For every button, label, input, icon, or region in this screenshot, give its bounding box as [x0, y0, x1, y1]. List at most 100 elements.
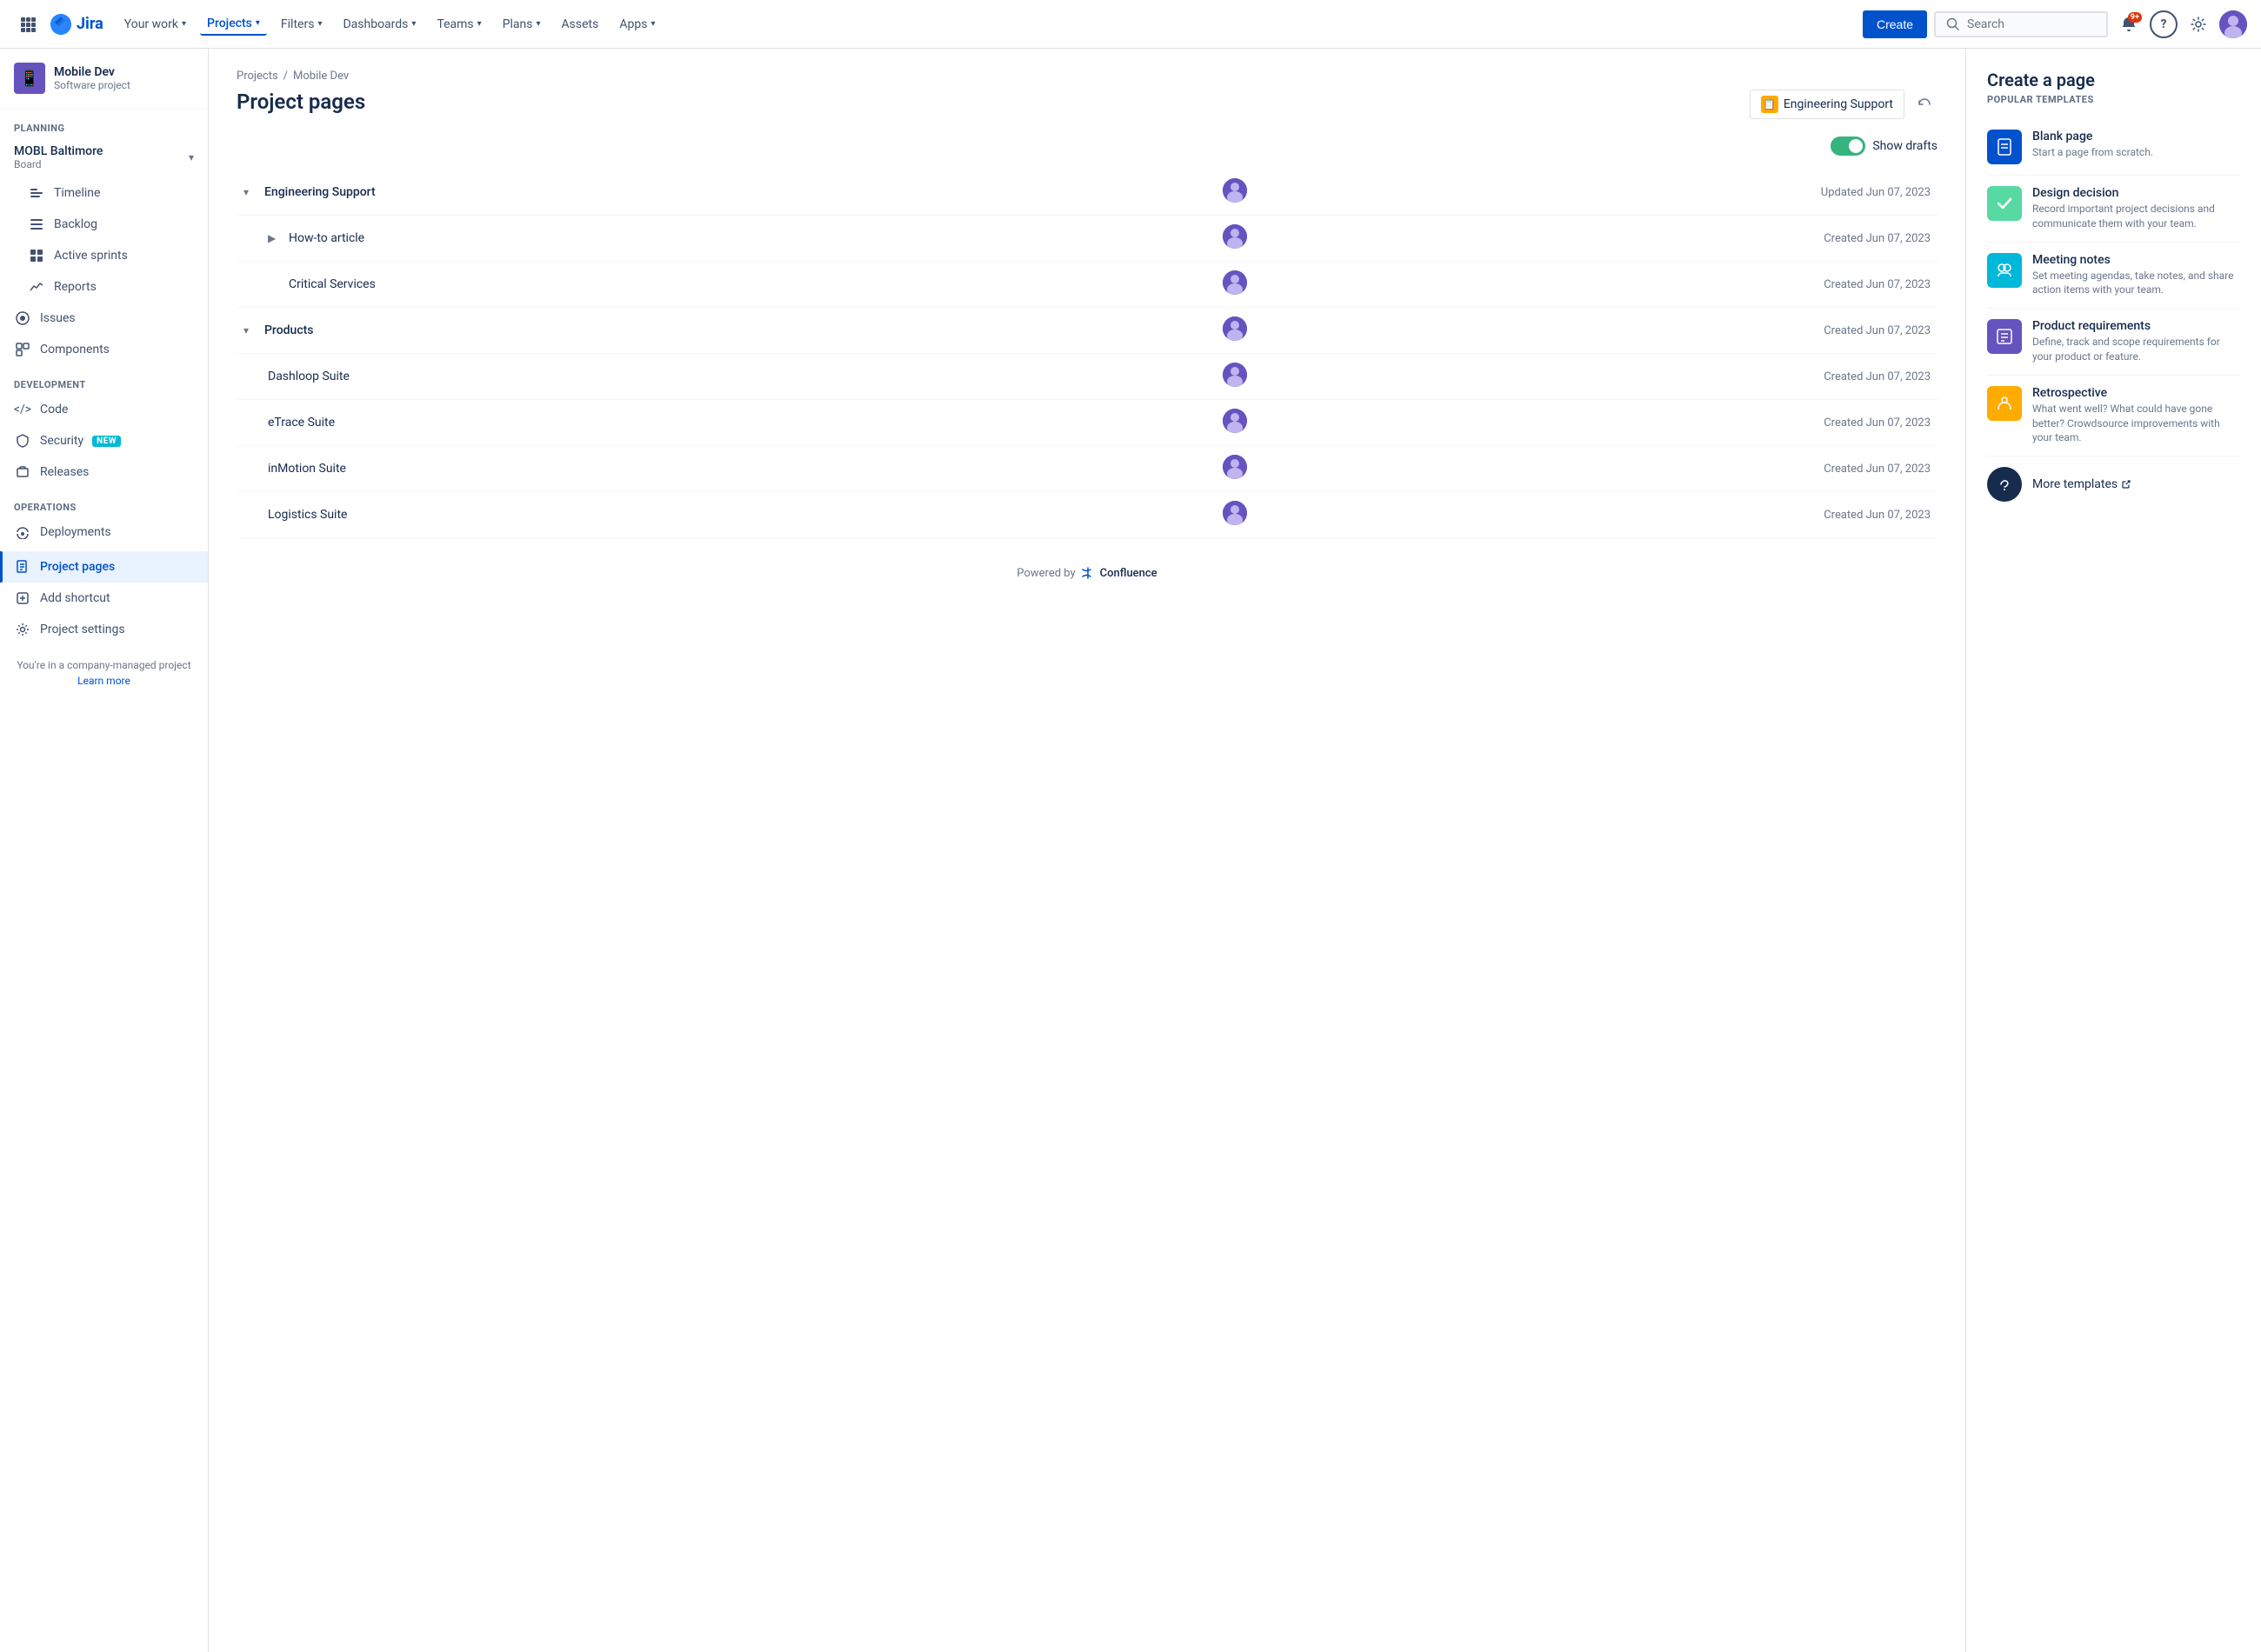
project-settings-icon	[14, 621, 31, 638]
timeline-icon	[28, 184, 45, 202]
page-avatar	[1223, 178, 1247, 203]
project-icon: 📱	[14, 63, 45, 94]
nav-filters[interactable]: Filters ▾	[274, 14, 330, 35]
external-link-icon	[2121, 479, 2131, 490]
page-name[interactable]: Engineering Support	[264, 185, 376, 199]
sidebar-item-deployments[interactable]: Deployments	[0, 516, 208, 548]
board-sub: Board	[14, 158, 103, 170]
page-avatar	[1223, 455, 1247, 479]
sidebar-item-timeline[interactable]: Timeline	[0, 177, 208, 209]
sidebar-item-label: Components	[40, 343, 110, 356]
meeting-notes-icon	[1987, 253, 2022, 288]
template-blank-page[interactable]: Blank page Start a page from scratch.	[1987, 119, 2240, 176]
template-name: Blank page	[2032, 130, 2153, 143]
notification-badge: 9+	[2128, 12, 2142, 23]
development-section-label: DEVELOPMENT	[0, 365, 208, 394]
expand-icon[interactable]: ▾	[243, 324, 257, 336]
sidebar-item-label: Add shortcut	[40, 591, 110, 605]
sidebar-item-code[interactable]: </> Code	[0, 394, 208, 425]
template-name: Retrospective	[2032, 386, 2240, 400]
more-templates-label: More templates	[2032, 477, 2118, 491]
sidebar-item-project-pages[interactable]: Project pages	[0, 551, 208, 583]
template-product-requirements[interactable]: Product requirements Define, track and s…	[1987, 309, 2240, 376]
breadcrumb-projects[interactable]: Projects	[237, 70, 278, 83]
sidebar-project[interactable]: 📱 Mobile Dev Software project	[0, 49, 208, 109]
retrospective-icon	[1987, 386, 2022, 421]
more-templates[interactable]: More templates	[1987, 456, 2240, 512]
eng-support-icon: 📋	[1761, 96, 1778, 113]
breadcrumb: Projects / Mobile Dev	[237, 70, 1938, 83]
template-desc: Set meeting agendas, take notes, and sha…	[2032, 269, 2240, 298]
sidebar-item-backlog[interactable]: Backlog	[0, 209, 208, 240]
breadcrumb-mobile-dev[interactable]: Mobile Dev	[293, 70, 349, 83]
blank-page-icon	[1987, 130, 2022, 164]
sidebar-item-reports[interactable]: Reports	[0, 271, 208, 303]
nav-dashboards[interactable]: Dashboards ▾	[336, 14, 423, 35]
deployments-icon	[14, 523, 31, 541]
template-design-decision[interactable]: Design decision Record important project…	[1987, 176, 2240, 243]
nav-projects[interactable]: Projects ▾	[200, 13, 267, 36]
more-templates-icon	[1987, 467, 2022, 502]
page-title: Project pages	[237, 90, 365, 114]
help-btn[interactable]: ?	[2150, 10, 2178, 38]
reports-icon	[28, 278, 45, 296]
sidebar-item-components[interactable]: Components	[0, 334, 208, 365]
nav-assets[interactable]: Assets	[555, 14, 606, 35]
eng-support-badge[interactable]: 📋 Engineering Support	[1750, 90, 1904, 119]
sidebar-item-active-sprints[interactable]: Active sprints	[0, 240, 208, 271]
template-meeting-notes[interactable]: Meeting notes Set meeting agendas, take …	[1987, 243, 2240, 310]
page-name[interactable]: Products	[264, 323, 314, 337]
template-name: Product requirements	[2032, 319, 2240, 333]
table-row: ▾ Engineering Support Updated Jun 07, 20…	[237, 170, 1938, 216]
sidebar-item-security[interactable]: Security NEW	[0, 425, 208, 456]
right-panel-subtitle: POPULAR TEMPLATES	[1987, 94, 2240, 105]
template-name: Design decision	[2032, 186, 2240, 200]
notification-btn[interactable]: 9+	[2115, 10, 2143, 38]
search-box[interactable]: Search	[1934, 11, 2108, 37]
nav-your-work[interactable]: Your work ▾	[117, 14, 193, 35]
template-desc: What went well? What could have gone bet…	[2032, 402, 2240, 445]
jira-logo[interactable]: Jira	[49, 12, 103, 37]
board-name: MOBL Baltimore	[14, 144, 103, 158]
project-type: Software project	[54, 79, 130, 91]
product-requirements-icon	[1987, 319, 2022, 354]
page-name[interactable]: Dashloop Suite	[268, 370, 350, 383]
show-drafts-toggle[interactable]	[1831, 137, 1865, 156]
page-avatar	[1223, 224, 1247, 249]
powered-by-footer: Powered by Confluence	[237, 538, 1938, 608]
expand-icon[interactable]: ▶	[268, 232, 282, 244]
refresh-button[interactable]	[1911, 91, 1938, 117]
page-name[interactable]: How-to article	[289, 231, 364, 245]
nav-apps[interactable]: Apps ▾	[612, 14, 662, 35]
sidebar-board[interactable]: MOBL Baltimore Board ▾	[0, 137, 208, 177]
refresh-icon	[1917, 97, 1932, 112]
sidebar-item-label: Code	[40, 403, 68, 416]
sidebar-item-add-shortcut[interactable]: Add shortcut	[0, 583, 208, 614]
page-name[interactable]: inMotion Suite	[268, 462, 346, 476]
new-badge: NEW	[92, 436, 121, 447]
security-icon	[14, 432, 31, 450]
template-retrospective[interactable]: Retrospective What went well? What could…	[1987, 376, 2240, 456]
sidebar-item-issues[interactable]: Issues	[0, 303, 208, 334]
sidebar-item-project-settings[interactable]: Project settings	[0, 614, 208, 645]
page-name[interactable]: eTrace Suite	[268, 416, 335, 430]
grid-menu-btn[interactable]	[14, 10, 42, 38]
create-button[interactable]: Create	[1863, 10, 1927, 38]
sidebar: 📱 Mobile Dev Software project PLANNING M…	[0, 49, 209, 1652]
sidebar-item-label: Active sprints	[54, 249, 128, 263]
nav-teams[interactable]: Teams ▾	[430, 14, 488, 35]
sidebar-item-label: Security	[40, 434, 83, 448]
page-avatar	[1223, 501, 1247, 525]
nav-plans[interactable]: Plans ▾	[496, 14, 548, 35]
user-avatar[interactable]	[2219, 10, 2247, 38]
sidebar-item-releases[interactable]: Releases	[0, 456, 208, 488]
releases-icon	[14, 463, 31, 481]
page-name[interactable]: Critical Services	[289, 277, 376, 291]
backlog-icon	[28, 216, 45, 233]
learn-more-link[interactable]: Learn more	[14, 675, 194, 687]
page-name[interactable]: Logistics Suite	[268, 508, 347, 522]
table-row: ▾ Products Created Jun 07, 2023	[237, 308, 1938, 354]
settings-btn[interactable]	[2184, 10, 2212, 38]
expand-icon[interactable]: ▾	[243, 186, 257, 198]
sidebar-item-label: Deployments	[40, 525, 111, 539]
